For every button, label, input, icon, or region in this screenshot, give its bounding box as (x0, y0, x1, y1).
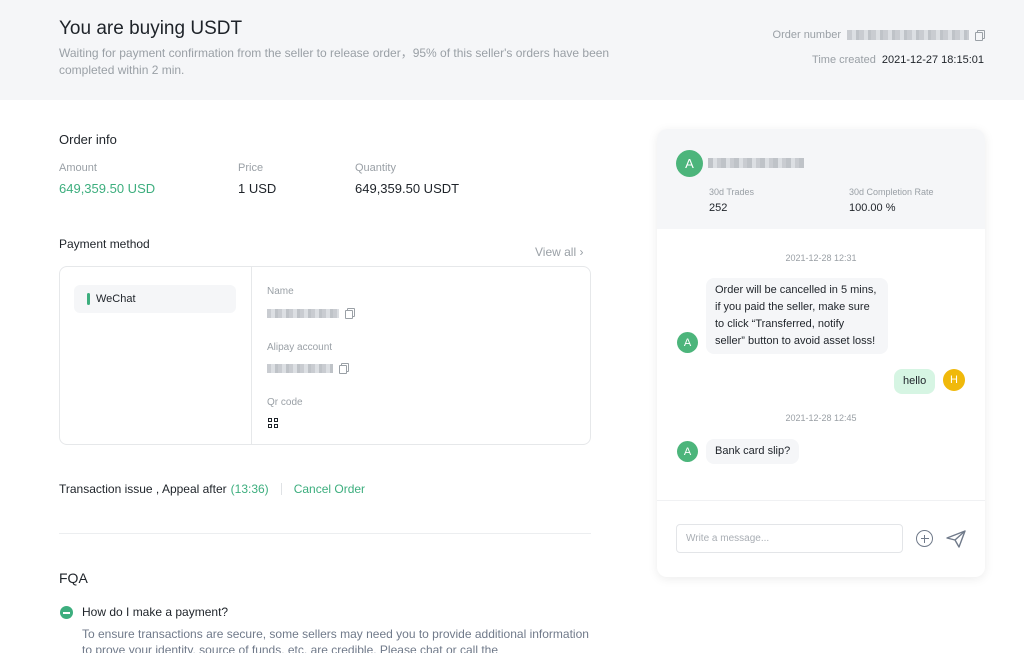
minus-circle-icon[interactable] (60, 606, 73, 619)
avatar: A (677, 441, 698, 462)
avatar: A (677, 332, 698, 353)
order-header: You are buying USDT Waiting for payment … (0, 0, 1024, 100)
status-subtitle: Waiting for payment confirmation from th… (59, 46, 610, 77)
amount-value: 649,359.50 USD (59, 181, 156, 196)
order-number-label: Order number (772, 29, 841, 41)
order-number: Order number (772, 29, 985, 41)
price-value: 1 USD (238, 181, 277, 196)
page-title: You are buying USDT (59, 18, 243, 39)
chat-header: A 30d Trades 252 30d Completion Rate 100… (657, 129, 985, 229)
message-line: seller” button to avoid asset loss! (715, 335, 876, 347)
payment-method-tab-wechat[interactable]: WeChat (74, 285, 236, 313)
order-number-redacted (847, 30, 969, 40)
faq-question[interactable]: How do I make a payment? (82, 605, 228, 619)
seller-name-redacted[interactable] (708, 158, 804, 168)
message-input[interactable] (676, 524, 903, 553)
quantity-label: Quantity (355, 162, 396, 174)
copy-icon[interactable] (975, 30, 985, 41)
quantity-value: 649,359.50 USDT (355, 181, 460, 196)
completion-rate-value: 100.00 % (849, 202, 896, 214)
message-line: Order will be cancelled in 5 mins, (715, 284, 877, 296)
chat-message-received: Bank card slip? (706, 439, 800, 464)
divider (251, 267, 252, 444)
qr-code-label: Qr code (267, 397, 303, 408)
completion-rate-label: 30d Completion Rate (849, 187, 934, 197)
price-label: Price (238, 162, 264, 174)
time-created: Time created 2021-12-27 18:15:01 (812, 54, 984, 66)
qr-code-icon[interactable] (268, 418, 278, 428)
cancel-order-button[interactable]: Cancel Order (294, 482, 365, 496)
name-value (267, 308, 355, 319)
divider (657, 500, 985, 501)
divider (59, 533, 591, 534)
name-label: Name (267, 286, 294, 297)
copy-icon[interactable] (345, 308, 355, 319)
separator (280, 483, 282, 495)
payment-method-card: WeChat Name Alipay account Qr code (59, 266, 591, 445)
copy-icon[interactable] (339, 363, 349, 374)
faq-answer: To ensure transactions are secure, some … (82, 627, 589, 653)
amount-label: Amount (59, 162, 97, 174)
view-all-link[interactable]: View all › (535, 245, 583, 259)
name-redacted (267, 308, 339, 318)
avatar: A (676, 150, 703, 177)
alipay-account-value (267, 363, 349, 374)
message-timestamp: 2021-12-28 12:45 (785, 413, 857, 423)
avatar: H (943, 369, 965, 391)
plus-circle-icon[interactable] (916, 530, 933, 547)
chat-message-received: Order will be cancelled in 5 mins, if yo… (706, 278, 888, 354)
transaction-issue-row: Transaction issue , Appeal after (13:36)… (59, 482, 365, 496)
order-info-title: Order info (59, 132, 117, 147)
fqa-title: FQA (59, 570, 88, 586)
trades-label: 30d Trades (709, 187, 755, 197)
chat-message-sent: hello (894, 369, 936, 394)
payment-method-title: Payment method (59, 237, 150, 251)
message-line: to click “Transferred, notify (715, 318, 845, 330)
send-icon[interactable] (945, 529, 967, 549)
transaction-issue-text: Transaction issue , Appeal after (59, 482, 227, 496)
time-created-label: Time created (812, 54, 876, 66)
time-created-value: 2021-12-27 18:15:01 (881, 54, 984, 66)
trades-value: 252 (709, 202, 728, 214)
chat-panel: A 30d Trades 252 30d Completion Rate 100… (657, 129, 985, 577)
alipay-account-label: Alipay account (267, 342, 333, 353)
message-line: if you paid the seller, make sure (715, 301, 870, 313)
account-redacted (267, 363, 333, 373)
message-timestamp: 2021-12-28 12:31 (785, 253, 857, 263)
appeal-countdown: (13:36) (230, 482, 269, 496)
